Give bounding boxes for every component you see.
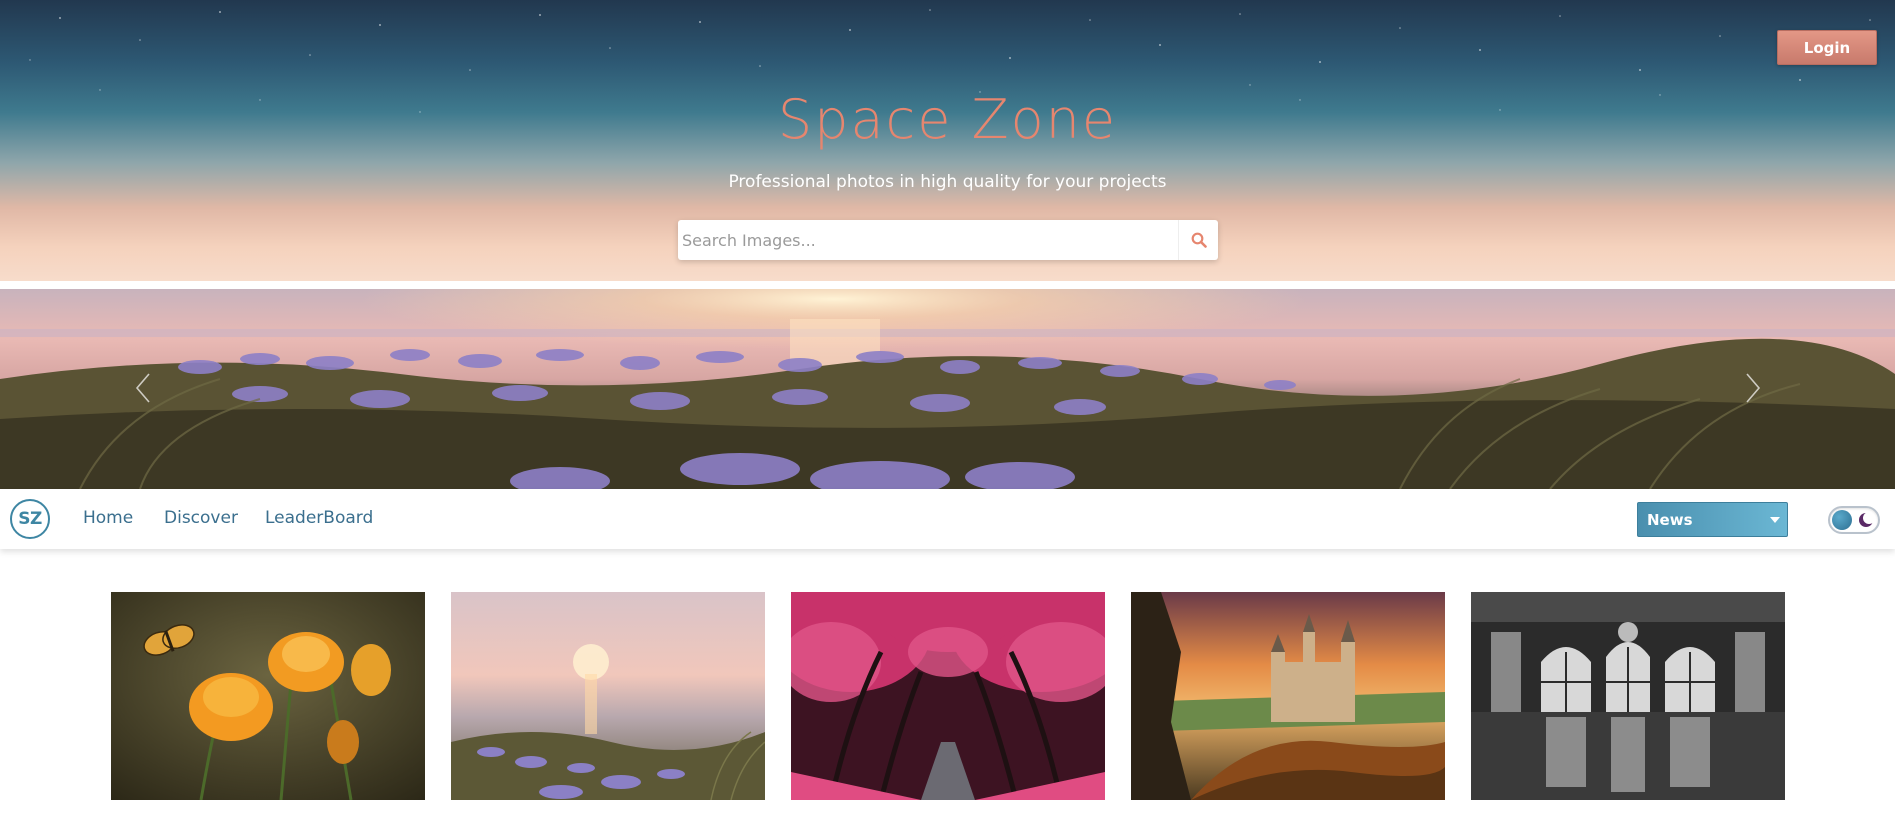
site-logo[interactable]: SZ	[10, 499, 50, 539]
carousel-prev-button[interactable]	[131, 370, 155, 406]
gallery-image-orange-flowers[interactable]	[111, 592, 425, 800]
gallery-image-sunset-sea[interactable]	[451, 592, 765, 800]
hero-carousel	[0, 289, 1895, 489]
nav-link-leaderboard[interactable]: LeaderBoard	[265, 508, 373, 528]
search-bar	[678, 220, 1218, 260]
chevron-right-icon	[1746, 373, 1761, 403]
login-button[interactable]: Login	[1777, 30, 1877, 65]
toggle-knob	[1832, 510, 1852, 530]
chevron-left-icon	[135, 373, 150, 403]
category-select-value: News	[1647, 510, 1693, 529]
search-icon	[1191, 232, 1207, 248]
nav-link-home[interactable]: Home	[83, 508, 133, 528]
gallery-image-castle[interactable]	[1131, 592, 1445, 800]
theme-toggle[interactable]	[1828, 506, 1880, 534]
category-select[interactable]: News	[1637, 502, 1788, 537]
search-input[interactable]	[678, 220, 1178, 260]
site-subtitle: Professional photos in high quality for …	[728, 172, 1167, 192]
moon-icon	[1859, 512, 1875, 527]
nav-link-discover[interactable]: Discover	[164, 508, 238, 528]
carousel-image	[0, 289, 1895, 489]
site-title: Space Zone	[777, 88, 1118, 151]
image-gallery	[0, 592, 1895, 800]
main-navbar: SZ Home Discover LeaderBoard News	[0, 489, 1895, 549]
search-button[interactable]	[1178, 220, 1218, 260]
gallery-image-ballroom[interactable]	[1471, 592, 1785, 800]
hero-header: Login Space Zone Professional photos in …	[0, 0, 1895, 281]
carousel-next-button[interactable]	[1741, 370, 1765, 406]
caret-down-icon	[1770, 517, 1780, 523]
gallery-image-cherry-avenue[interactable]	[791, 592, 1105, 800]
